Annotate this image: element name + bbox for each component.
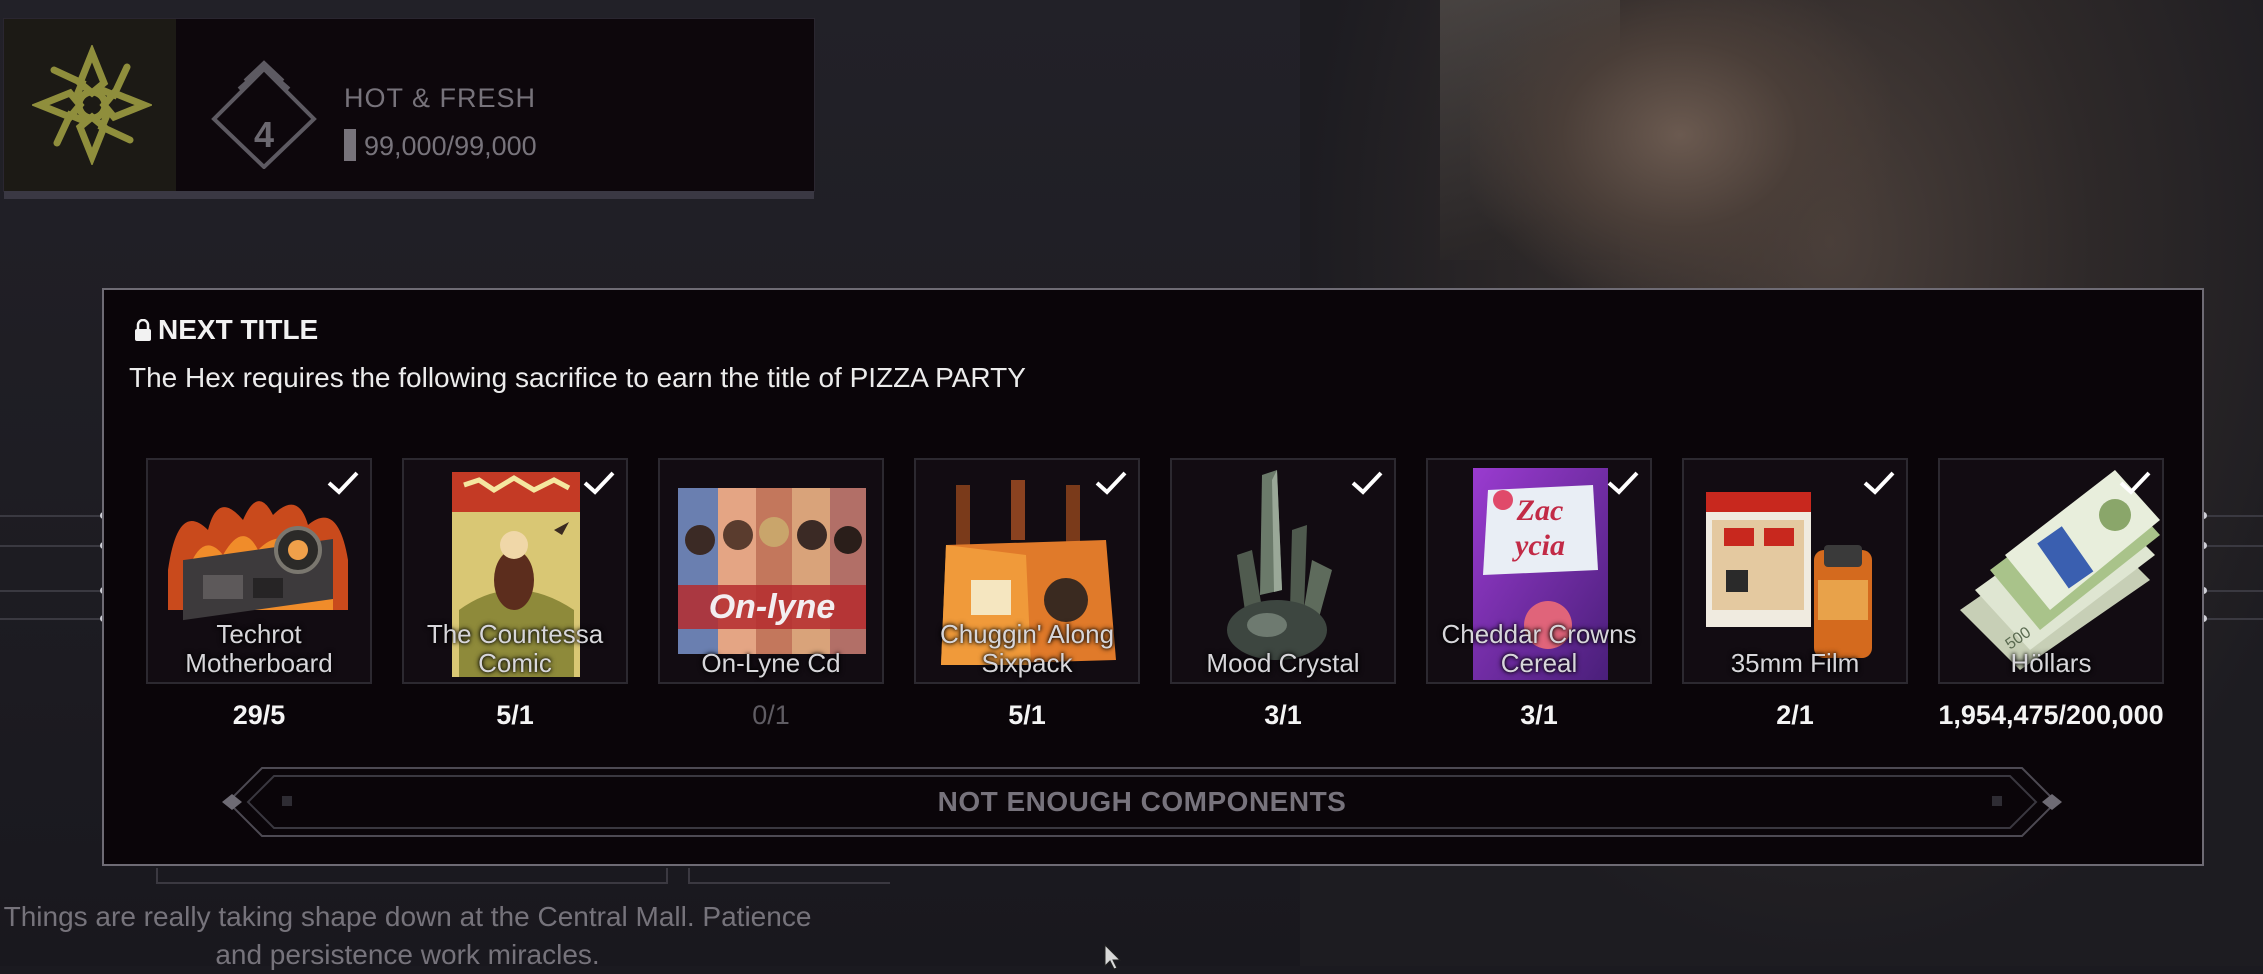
check-icon [1863, 471, 1895, 495]
component-item[interactable]: Chuggin' Along Sixpack 5/1 [914, 458, 1140, 731]
background-rail [2204, 590, 2263, 592]
header-progress-bar [4, 191, 814, 199]
background-rail [0, 590, 102, 592]
sacrifice-button[interactable]: NOT ENOUGH COMPONENTS [222, 766, 2062, 838]
component-count: 1,954,475/200,000 [1938, 700, 2164, 730]
component-name: The Countessa Comic [426, 619, 604, 678]
component-name: Höllars [2010, 648, 2092, 678]
mouse-cursor-icon [1104, 944, 1122, 970]
component-name: Cheddar Crowns Cereal [1441, 619, 1637, 678]
svg-text:On-lyne: On-lyne [709, 588, 836, 626]
component-name: Chuggin' Along Sixpack [939, 619, 1115, 678]
sacrifice-button-label: NOT ENOUGH COMPONENTS [937, 786, 1347, 817]
component-card[interactable]: Chuggin' Along Sixpack [914, 458, 1140, 684]
component-name: 35mm Film [1730, 648, 1860, 678]
footer-frame [688, 868, 890, 884]
component-name: On-Lyne Cd [701, 648, 841, 678]
component-card[interactable]: Zac ycia Cheddar Crowns Cereal [1426, 458, 1652, 684]
footer-frame [156, 868, 668, 884]
background-character-face [1470, 0, 1890, 300]
component-count: 29/5 [232, 700, 286, 730]
check-icon [2119, 471, 2151, 495]
requirement-text: The Hex requires the following sacrifice… [129, 362, 1026, 393]
background-rail [0, 618, 102, 620]
check-icon [1607, 471, 1639, 495]
component-item[interactable]: Mood Crystal 3/1 [1170, 458, 1396, 731]
currency-display: 99,000/99,000 [344, 129, 537, 162]
component-item[interactable]: The Countessa Comic 5/1 [402, 458, 628, 731]
current-title-name: HOT & FRESH [344, 83, 537, 113]
background-rail [2204, 515, 2263, 517]
hex-emblem-icon [32, 45, 152, 165]
background-rail [0, 515, 102, 517]
check-icon [1095, 471, 1127, 495]
check-icon [1351, 471, 1383, 495]
component-name: Techrot Motherboard [185, 619, 333, 678]
component-count: 5/1 [1008, 700, 1046, 730]
modal-heading-text: NEXT TITLE [158, 314, 319, 345]
component-item[interactable]: 500 Höllars 1,954,475/200,000 [1938, 458, 2164, 731]
component-name: Mood Crystal [1206, 648, 1360, 678]
component-card[interactable]: Techrot Motherboard [146, 458, 372, 684]
lock-icon [135, 319, 151, 341]
component-item[interactable]: Techrot Motherboard 29/5 [146, 458, 372, 731]
emblem-panel [4, 19, 176, 191]
component-card[interactable]: The Countessa Comic [402, 458, 628, 684]
component-card[interactable]: Mood Crystal [1170, 458, 1396, 684]
check-icon [327, 471, 359, 495]
cash-stack-icon [344, 129, 356, 161]
check-icon [583, 471, 615, 495]
component-count: 3/1 [1264, 700, 1302, 730]
modal-heading: NEXT TITLE [134, 314, 318, 346]
component-card[interactable]: 35mm Film [1682, 458, 1908, 684]
component-count: 0/1 [752, 700, 790, 730]
component-count: 3/1 [1520, 700, 1558, 730]
component-item[interactable]: 35mm Film 2/1 [1682, 458, 1908, 731]
component-item[interactable]: On-lyne On-Lyne Cd 0/1 [658, 458, 884, 731]
current-title-card: 4 HOT & FRESH 99,000/99,000 [3, 18, 815, 199]
background-rail [2204, 545, 2263, 547]
flavor-text: Things are really taking shape down at t… [3, 901, 812, 970]
rank-number: 4 [253, 114, 275, 155]
currency-amount: 99,000/99,000 [364, 131, 537, 161]
component-item[interactable]: Zac ycia Cheddar Crowns Cereal 3/1 [1426, 458, 1652, 731]
component-count: 2/1 [1776, 700, 1814, 730]
component-card[interactable]: 500 Höllars [1938, 458, 2164, 684]
background-rail [0, 545, 102, 547]
component-card[interactable]: On-lyne On-Lyne Cd [658, 458, 884, 684]
component-count: 5/1 [496, 700, 534, 730]
svg-text:Zac: Zac [1516, 494, 1564, 527]
svg-text:ycia: ycia [1512, 529, 1565, 562]
background-rail [2204, 618, 2263, 620]
next-title-modal: NEXT TITLE The Hex requires the followin… [102, 288, 2204, 866]
